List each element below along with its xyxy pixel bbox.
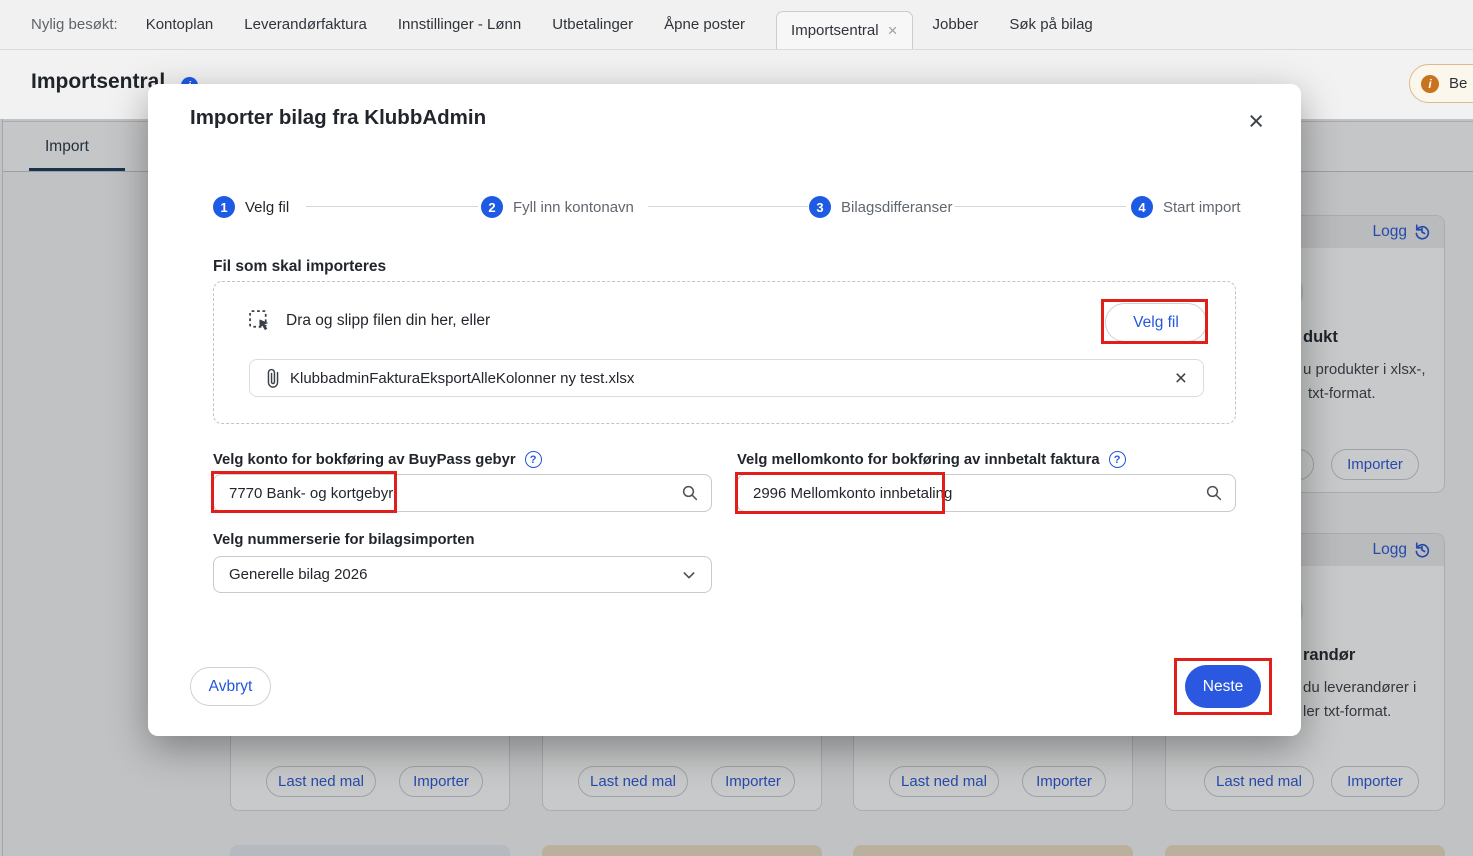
step-connector: [648, 206, 808, 207]
history-icon: [1413, 223, 1431, 241]
nummerserie-select[interactable]: Generelle bilag 2026: [213, 556, 712, 593]
next-button[interactable]: Neste: [1185, 665, 1261, 708]
recently-visited-bar: Nylig besøkt: Kontoplan Leverandørfaktur…: [0, 0, 1473, 50]
nav-item-innstillinger-lonn[interactable]: Innstillinger - Lønn: [398, 16, 521, 33]
nummerserie-selected-value: Generelle bilag 2026: [229, 566, 367, 583]
download-template-button[interactable]: Last ned mal: [889, 766, 999, 797]
step-3-circle: 3: [809, 196, 831, 218]
step-4-circle: 4: [1131, 196, 1153, 218]
log-link[interactable]: Logg: [1373, 223, 1431, 241]
tab-import[interactable]: Import: [45, 138, 89, 156]
selected-file-name: KlubbadminFakturaEksportAlleKolonner ny …: [290, 370, 1165, 387]
mellomkonto-field: [737, 474, 1236, 512]
search-icon[interactable]: [1205, 484, 1223, 502]
help-icon[interactable]: ?: [525, 451, 542, 468]
step-fyll-inn-kontonavn: 2 Fyll inn kontonavn: [481, 196, 634, 218]
mellomkonto-label-text: Velg mellomkonto for bokføring av innbet…: [737, 452, 1100, 468]
tab-import-underline: [29, 168, 125, 171]
recently-visited-label: Nylig besøkt:: [31, 16, 118, 33]
step-3-label: Bilagsdifferanser: [841, 199, 952, 216]
card-header-strip: [230, 845, 510, 856]
step-2-circle: 2: [481, 196, 503, 218]
step-4-label: Start import: [1163, 199, 1241, 216]
warning-info-icon: i: [1421, 75, 1439, 93]
nav-item-utbetalinger[interactable]: Utbetalinger: [552, 16, 633, 33]
chevron-down-icon: [681, 567, 697, 583]
search-icon[interactable]: [681, 484, 699, 502]
step-start-import: 4 Start import: [1131, 196, 1241, 218]
help-icon[interactable]: ?: [1109, 451, 1126, 468]
card-header-strip: [542, 845, 822, 856]
selected-file-row: KlubbadminFakturaEksportAlleKolonner ny …: [249, 359, 1204, 397]
download-template-button[interactable]: Last ned mal: [578, 766, 688, 797]
card-title-fragment: dukt: [1303, 328, 1338, 347]
nummerserie-label: Velg nummerserie for bilagsimporten: [213, 532, 474, 548]
buypass-account-label: Velg konto for bokføring av BuyPass geby…: [213, 451, 542, 468]
modal-title: Importer bilag fra KlubbAdmin: [190, 106, 486, 130]
step-1-label: Velg fil: [245, 199, 289, 216]
import-klubbadmin-modal: Importer bilag fra KlubbAdmin × 1 Velg f…: [148, 84, 1301, 736]
card-description-line1: u produkter i xlsx-,: [1303, 361, 1426, 378]
card-title-fragment: randør: [1303, 646, 1355, 665]
buypass-account-input[interactable]: [213, 474, 712, 512]
download-template-button[interactable]: Last ned mal: [266, 766, 376, 797]
nav-item-kontoplan[interactable]: Kontoplan: [146, 16, 214, 33]
file-section-label: Fil som skal importeres: [213, 258, 386, 276]
log-link-label: Logg: [1373, 541, 1407, 559]
nav-item-jobber[interactable]: Jobber: [933, 16, 979, 33]
card-header-strip: [853, 845, 1133, 856]
notice-button-label: Be: [1449, 75, 1467, 92]
import-button[interactable]: Importer: [1022, 766, 1106, 797]
buypass-account-label-text: Velg konto for bokføring av BuyPass geby…: [213, 452, 516, 468]
close-tab-icon[interactable]: ×: [888, 22, 898, 39]
card-description-line1: du leverandører i: [1303, 679, 1416, 696]
nav-item-leverandorfaktura[interactable]: Leverandørfaktura: [244, 16, 367, 33]
step-1-circle: 1: [213, 196, 235, 218]
sidebar-edge-divider: [2, 119, 3, 856]
card-header-strip: [1165, 845, 1445, 856]
log-link-label: Logg: [1373, 223, 1407, 241]
log-link[interactable]: Logg: [1373, 541, 1431, 559]
mellomkonto-input[interactable]: [737, 474, 1236, 512]
step-velg-fil: 1 Velg fil: [213, 196, 289, 218]
step-connector: [306, 206, 478, 207]
nav-item-apne-poster[interactable]: Åpne poster: [664, 16, 745, 33]
nav-tab-importsentral-active[interactable]: Importsentral ×: [776, 11, 912, 49]
remove-file-icon[interactable]: ×: [1175, 368, 1187, 389]
import-button[interactable]: Importer: [1331, 766, 1419, 797]
card-description-line2: txt-format.: [1308, 385, 1376, 402]
nav-item-sok-pa-bilag[interactable]: Søk på bilag: [1009, 16, 1092, 33]
history-icon: [1413, 541, 1431, 559]
step-bilagsdifferanser: 3 Bilagsdifferanser: [809, 196, 952, 218]
dropzone-text: Dra og slipp filen din her, eller: [286, 312, 490, 330]
nav-tab-importsentral-label: Importsentral: [791, 22, 879, 39]
file-dropzone[interactable]: Dra og slipp filen din her, eller Velg f…: [213, 281, 1236, 424]
step-connector: [954, 206, 1126, 207]
cancel-button[interactable]: Avbryt: [190, 667, 271, 706]
buypass-account-field: [213, 474, 712, 512]
import-button[interactable]: Importer: [399, 766, 483, 797]
import-button[interactable]: Importer: [1331, 449, 1419, 480]
choose-file-button[interactable]: Velg fil: [1105, 303, 1207, 342]
mellomkonto-label: Velg mellomkonto for bokføring av innbet…: [737, 451, 1126, 468]
page-title: Importsentral: [31, 70, 165, 94]
card-description-line2: ler txt-format.: [1303, 703, 1391, 720]
notice-button[interactable]: i Be: [1409, 64, 1473, 103]
import-button[interactable]: Importer: [711, 766, 795, 797]
page: Nylig besøkt: Kontoplan Leverandørfaktur…: [0, 0, 1473, 856]
close-icon[interactable]: ×: [1248, 108, 1264, 135]
paperclip-icon: [266, 368, 280, 388]
step-2-label: Fyll inn kontonavn: [513, 199, 634, 216]
download-template-button[interactable]: Last ned mal: [1204, 766, 1314, 797]
drag-drop-icon: [248, 309, 273, 334]
